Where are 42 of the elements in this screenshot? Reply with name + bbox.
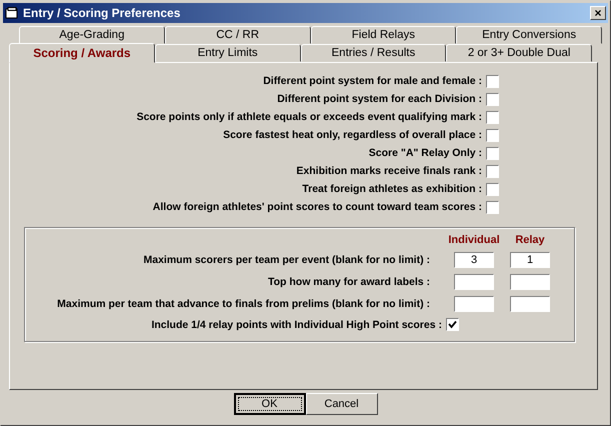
option-label: Treat foreign athletes as exhibition : (302, 183, 482, 195)
tab[interactable]: Scoring / Awards (9, 43, 155, 63)
checkbox[interactable] (486, 74, 499, 88)
tab[interactable]: Entry Conversions (456, 26, 602, 44)
tab[interactable]: Entry Limits (154, 44, 300, 62)
dialog-button[interactable]: OK (234, 393, 306, 415)
field-label: Maximum per team that advance to finals from prelims (blank for no limit) : (56, 298, 431, 310)
option-label: Different point system for each Division : (277, 93, 482, 105)
option-label: Score "A" Relay Only : (368, 147, 482, 159)
close-button[interactable]: × (590, 6, 606, 20)
option-label: Score points only if athlete equals or exceeds event qualifying mark : (136, 111, 482, 123)
column-header: Relay (514, 234, 546, 246)
tab[interactable]: CC / RR (164, 26, 310, 44)
input-field[interactable]: 1 (510, 252, 550, 268)
column-header: Individual (447, 234, 501, 246)
checkbox[interactable] (486, 146, 499, 160)
window-icon (5, 7, 19, 19)
checkbox[interactable] (486, 182, 499, 196)
option-label: Different point system for male and female : (263, 75, 482, 87)
input-field[interactable] (454, 274, 494, 290)
dialog-button[interactable]: Cancel (306, 393, 378, 415)
checkmark-icon (448, 320, 457, 329)
checkbox[interactable] (486, 92, 499, 106)
tab[interactable]: 2 or 3+ Double Dual (446, 44, 592, 62)
tab[interactable]: Entries / Results (300, 44, 446, 62)
option-label: Include 1/4 relay points with Individual High Point scores : (150, 318, 443, 330)
input-field[interactable] (510, 274, 550, 290)
checkbox[interactable] (446, 318, 459, 331)
window-title: Entry / Scoring Preferences (23, 6, 182, 20)
field-label: Top how many for award labels : (267, 276, 431, 288)
input-field[interactable]: 3 (454, 252, 494, 268)
input-field[interactable] (510, 296, 550, 312)
tab[interactable]: Field Relays (310, 26, 456, 44)
checkbox[interactable] (486, 128, 499, 142)
option-label: Score fastest heat only, regardless of overall place : (223, 129, 482, 141)
checkbox[interactable] (486, 164, 499, 178)
checkbox[interactable] (486, 110, 499, 124)
input-field[interactable] (454, 296, 494, 312)
option-label: Allow foreign athletes' point scores to count toward team scores : (152, 201, 482, 213)
option-label: Exhibition marks receive finals rank : (296, 165, 482, 177)
checkbox[interactable] (486, 200, 499, 214)
field-label: Maximum scorers per team per event (blank for no limit) : (142, 254, 431, 266)
